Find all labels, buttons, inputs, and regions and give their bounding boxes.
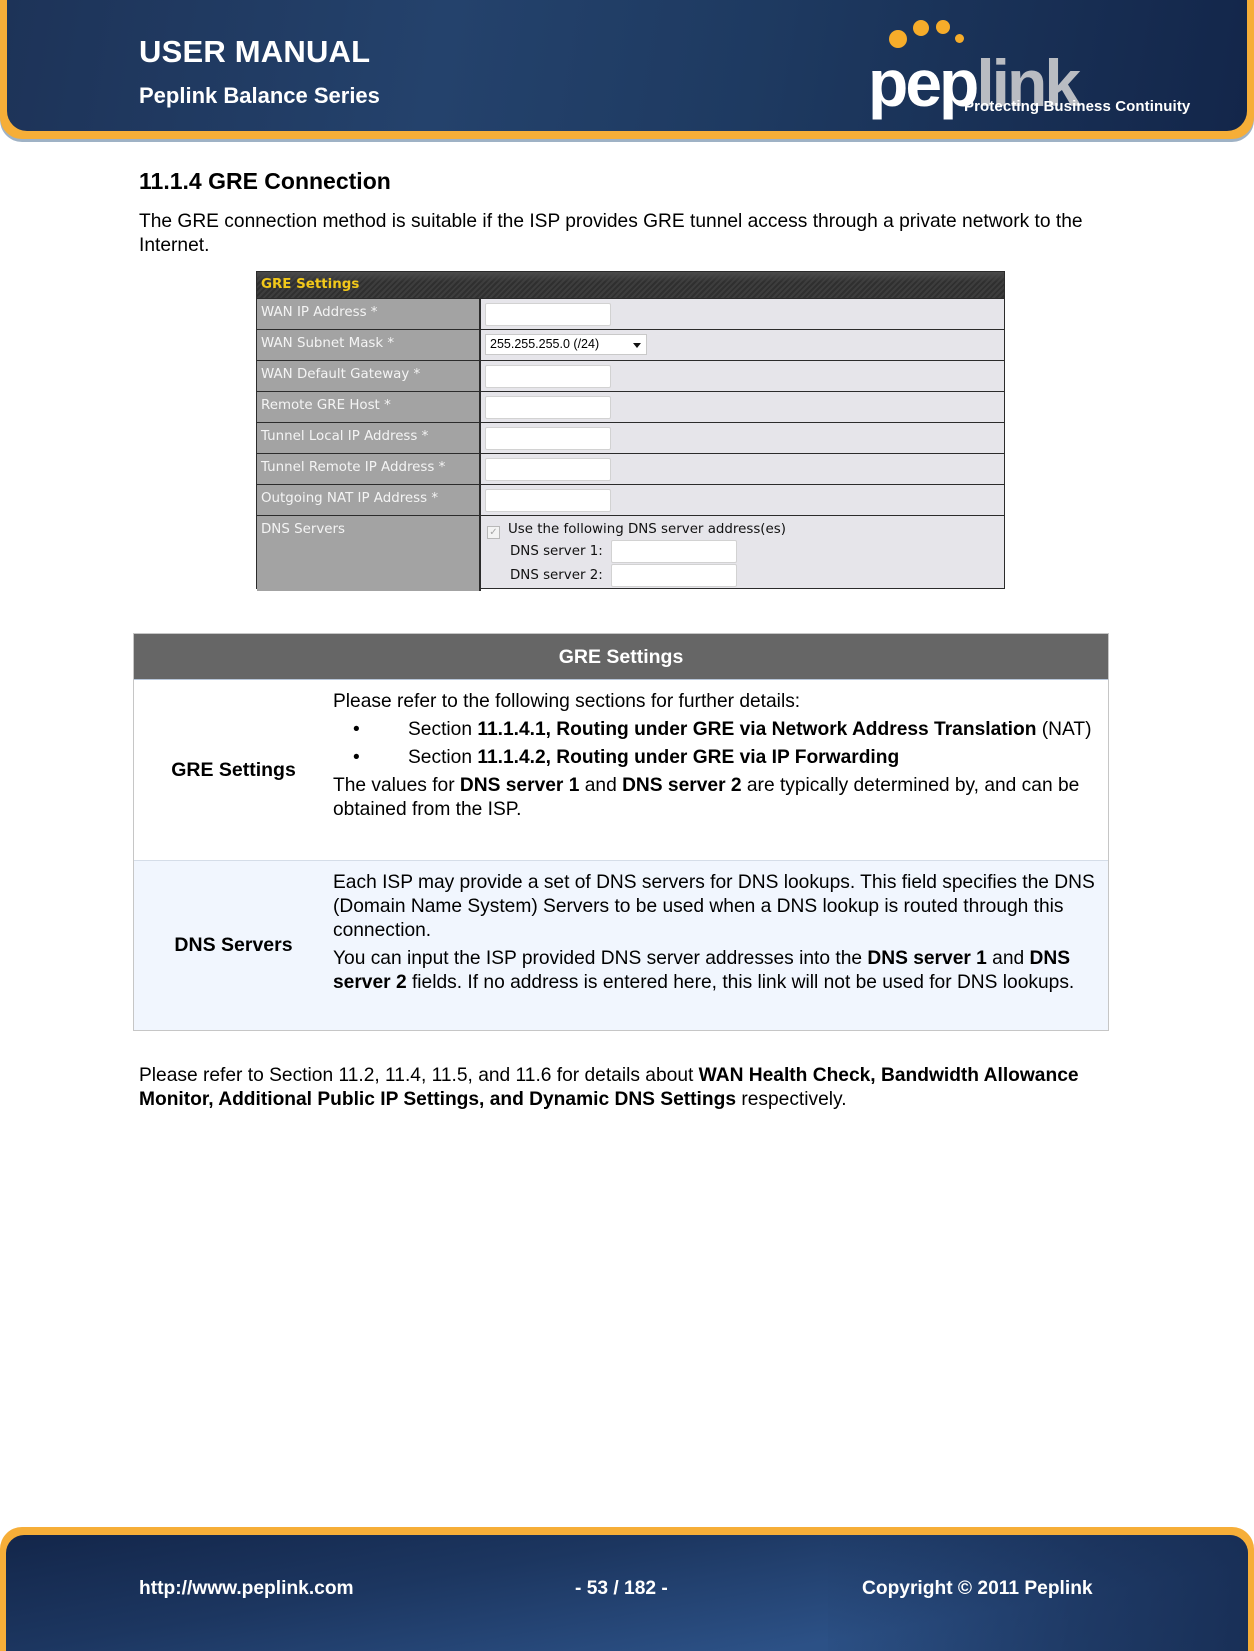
text: respectively.	[736, 1089, 847, 1110]
intro-paragraph: The GRE connection method is suitable if…	[139, 211, 1083, 256]
outgoing-nat-ip-input[interactable]	[485, 489, 611, 512]
description-note: The values for DNS server 1 and DNS serv…	[333, 774, 1102, 822]
dns-server-1-row: DNS server 1:	[510, 540, 737, 563]
logo-word-pep: pep	[868, 46, 979, 120]
page-header: USER MANUAL Peplink Balance Series pepli…	[0, 0, 1254, 142]
form-row-tunnel-local-ip: Tunnel Local IP Address *	[257, 423, 1004, 454]
table-header: GRE Settings	[134, 634, 1108, 680]
manual-title: USER MANUAL	[139, 34, 371, 69]
section-reference-list: • Section 11.1.4.1, Routing under GRE vi…	[333, 718, 1102, 770]
dns-server-2-input[interactable]	[611, 564, 737, 587]
dropdown-arrow-icon	[633, 343, 641, 348]
text: fields. If no address is entered here, t…	[406, 972, 1075, 993]
dns-server-1-label: DNS server 1:	[510, 544, 603, 559]
list-item: • Section 11.1.4.1, Routing under GRE vi…	[333, 718, 1102, 742]
bullet-icon: •	[353, 747, 360, 768]
form-row-wan-ip: WAN IP Address *	[257, 299, 1004, 330]
bold-text: DNS server 2	[622, 775, 742, 796]
row-description: Each ISP may provide a set of DNS server…	[333, 861, 1108, 1030]
field-label: Tunnel Remote IP Address *	[257, 454, 481, 484]
description-paragraph: You can input the ISP provided DNS serve…	[333, 947, 1102, 995]
logo-dot-icon	[913, 20, 929, 36]
wan-default-gateway-input[interactable]	[485, 365, 611, 388]
section-link-text: 11.1.4.2, Routing under GRE via IP Forwa…	[477, 747, 900, 768]
row-description: Please refer to the following sections f…	[333, 680, 1108, 860]
field-label: WAN Subnet Mask *	[257, 330, 481, 360]
text: You can input the ISP provided DNS serve…	[333, 948, 868, 969]
footer-url[interactable]: http://www.peplink.com	[139, 1578, 354, 1600]
text: (NAT)	[1036, 719, 1092, 740]
select-value: 255.255.255.0 (/24)	[490, 337, 600, 351]
form-row-outgoing-nat-ip: Outgoing NAT IP Address *	[257, 485, 1004, 516]
dns-server-2-label: DNS server 2:	[510, 568, 603, 583]
field-label: DNS Servers	[257, 516, 481, 591]
text: Section	[408, 747, 478, 768]
peplink-logo: peplink Protecting Business Continuity	[866, 16, 1196, 121]
form-row-tunnel-remote-ip: Tunnel Remote IP Address *	[257, 454, 1004, 485]
form-row-dns-servers: DNS Servers ✓ Use the following DNS serve…	[257, 516, 1004, 591]
field-label: WAN Default Gateway *	[257, 361, 481, 391]
section-link-text: 11.1.4.1, Routing under GRE via Network …	[477, 719, 1037, 740]
settings-description-table: GRE Settings GRE Settings Please refer t…	[133, 633, 1109, 1031]
field-label: Outgoing NAT IP Address *	[257, 485, 481, 515]
text: and	[579, 775, 623, 796]
tunnel-local-ip-input[interactable]	[485, 427, 611, 450]
dns-checkbox-row: ✓ Use the following DNS server address(es…	[487, 522, 786, 539]
form-row-wan-subnet: WAN Subnet Mask * 255.255.255.0 (/24)	[257, 330, 1004, 361]
row-key: DNS Servers	[174, 934, 293, 956]
dns-server-1-input[interactable]	[611, 540, 737, 563]
text: Please refer to Section 11.2, 11.4, 11.5…	[139, 1065, 699, 1086]
closing-paragraph: Please refer to Section 11.2, 11.4, 11.5…	[139, 1064, 1119, 1112]
text: Section	[408, 719, 478, 740]
gre-form-title: GRE Settings	[261, 277, 360, 292]
gre-settings-form: GRE Settings WAN IP Address * WAN Subnet…	[256, 271, 1005, 591]
form-row-wan-gateway: WAN Default Gateway *	[257, 361, 1004, 392]
form-row-remote-gre-host: Remote GRE Host *	[257, 392, 1004, 423]
footer-copyright: Copyright © 2011 Peplink	[862, 1578, 1093, 1599]
logo-tagline: Protecting Business Continuity	[964, 98, 1191, 115]
bold-text: DNS server 1	[459, 775, 580, 796]
dns-server-2-row: DNS server 2:	[510, 564, 737, 587]
gre-form-header: GRE Settings	[257, 272, 1004, 299]
text: The values for	[333, 775, 460, 796]
logo-dot-icon	[955, 34, 964, 43]
wan-ip-address-input[interactable]	[485, 303, 611, 326]
checkbox-label: Use the following DNS server address(es)	[508, 522, 786, 537]
description-paragraph: Each ISP may provide a set of DNS server…	[333, 872, 1095, 941]
page-number: - 53 / 182 -	[575, 1578, 668, 1599]
list-item: • Section 11.1.4.2, Routing under GRE vi…	[333, 746, 1102, 770]
use-dns-checkbox[interactable]: ✓	[487, 526, 500, 539]
bullet-icon: •	[353, 719, 360, 740]
row-key: GRE Settings	[171, 758, 296, 781]
table-row: DNS Servers Each ISP may provide a set o…	[134, 861, 1108, 1030]
text: and	[986, 948, 1030, 969]
remote-gre-host-input[interactable]	[485, 396, 611, 419]
tunnel-remote-ip-input[interactable]	[485, 458, 611, 481]
section-heading: 11.1.4 GRE Connection	[139, 168, 391, 194]
bold-text: DNS server 1	[867, 948, 987, 969]
logo-dot-icon	[936, 20, 950, 34]
manual-subtitle: Peplink Balance Series	[139, 83, 380, 108]
field-label: Remote GRE Host *	[257, 392, 481, 422]
table-row: GRE Settings Please refer to the followi…	[134, 680, 1108, 861]
field-label: WAN IP Address *	[257, 299, 481, 329]
page-footer: http://www.peplink.com - 53 / 182 - Copy…	[0, 1527, 1254, 1651]
field-label: Tunnel Local IP Address *	[257, 423, 481, 453]
description-intro: Please refer to the following sections f…	[333, 691, 801, 712]
wan-subnet-mask-select[interactable]: 255.255.255.0 (/24)	[485, 334, 647, 355]
